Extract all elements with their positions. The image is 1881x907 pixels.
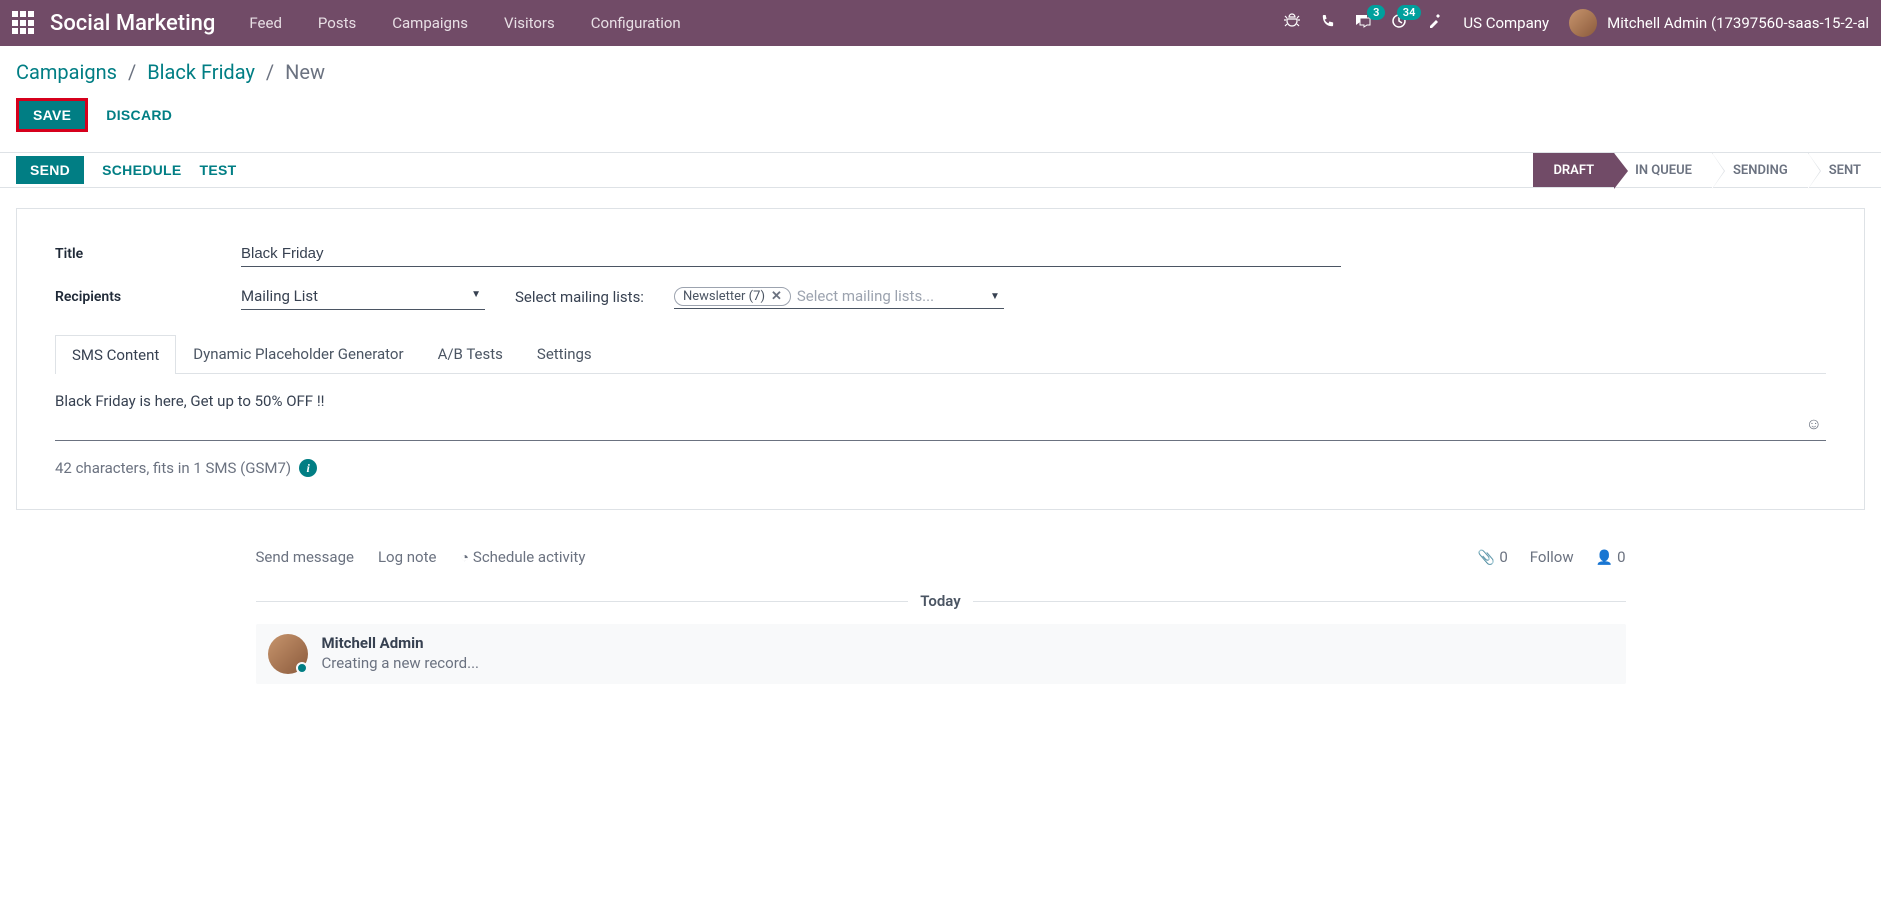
chatter-send-message[interactable]: Send message [256, 548, 354, 566]
paperclip-icon: 📎 [1478, 550, 1495, 566]
recipients-value: Mailing List [241, 287, 318, 305]
discard-button[interactable]: DISCARD [106, 107, 172, 123]
activities-icon[interactable]: 34 [1391, 13, 1407, 33]
test-button[interactable]: TEST [200, 162, 237, 178]
sms-char-info: 42 characters, fits in 1 SMS (GSM7) [55, 459, 291, 477]
mailing-lists-label: Select mailing lists: [515, 288, 644, 306]
save-highlight: SAVE [16, 98, 88, 132]
presence-dot-icon [296, 662, 308, 674]
tab-settings[interactable]: Settings [520, 334, 609, 373]
nav-link-campaigns[interactable]: Campaigns [392, 14, 468, 32]
sms-body-text: Black Friday is here, Get up to 50% OFF … [55, 392, 325, 410]
nav-menu: Feed Posts Campaigns Visitors Configurat… [249, 14, 680, 32]
tab-ab-tests[interactable]: A/B Tests [421, 334, 520, 373]
crumb-current: New [285, 60, 325, 84]
top-navbar: Social Marketing Feed Posts Campaigns Vi… [0, 0, 1881, 46]
app-brand[interactable]: Social Marketing [50, 11, 215, 36]
title-input[interactable] [241, 241, 1341, 267]
apps-icon[interactable] [12, 11, 36, 35]
tag-remove-icon[interactable]: ✕ [771, 289, 782, 304]
chatter: Send message Log note ◔Schedule activity… [246, 540, 1636, 684]
recipients-select[interactable]: Mailing List ▼ [241, 283, 485, 310]
message-author[interactable]: Mitchell Admin [322, 634, 480, 652]
recipients-label: Recipients [55, 289, 241, 305]
messages-badge: 3 [1367, 5, 1385, 20]
caret-down-icon: ▼ [990, 291, 1000, 302]
message-body: Creating a new record... [322, 654, 480, 672]
messages-icon[interactable]: 3 [1355, 13, 1371, 33]
stage-sending[interactable]: SENDING [1712, 153, 1808, 187]
title-label: Title [55, 246, 241, 262]
person-icon: 👤 [1596, 550, 1613, 566]
chatter-attachments[interactable]: 📎0 [1478, 548, 1508, 566]
tag-label: Newsletter (7) [683, 289, 765, 304]
schedule-button[interactable]: SCHEDULE [102, 162, 181, 178]
form-tabs: SMS Content Dynamic Placeholder Generato… [55, 334, 1826, 374]
company-switcher[interactable]: US Company [1463, 14, 1549, 32]
save-button[interactable]: SAVE [19, 101, 85, 129]
nav-link-feed[interactable]: Feed [249, 14, 282, 32]
stage-draft[interactable]: DRAFT [1533, 153, 1614, 187]
avatar-icon [268, 634, 308, 674]
mailing-lists-select[interactable]: Newsletter (7) ✕ Select mailing lists...… [674, 285, 1004, 309]
tab-dynamic-placeholder[interactable]: Dynamic Placeholder Generator [176, 334, 420, 373]
chatter-schedule-activity[interactable]: ◔Schedule activity [460, 548, 585, 566]
breadcrumb: Campaigns / Black Friday / New [16, 60, 1865, 84]
avatar-icon [1569, 9, 1597, 37]
control-panel: Campaigns / Black Friday / New SAVE DISC… [0, 46, 1881, 142]
crumb-campaigns[interactable]: Campaigns [16, 60, 117, 84]
tools-icon[interactable] [1427, 13, 1443, 33]
chatter-follow-button[interactable]: Follow [1530, 548, 1574, 566]
nav-link-configuration[interactable]: Configuration [591, 14, 681, 32]
activities-badge: 34 [1397, 5, 1422, 20]
mailing-list-tag: Newsletter (7) ✕ [674, 287, 791, 306]
chatter-date-separator: Today [256, 592, 1626, 610]
clock-icon: ◔ [460, 550, 468, 566]
status-bar: SEND SCHEDULE TEST DRAFT IN QUEUE SENDIN… [0, 152, 1881, 188]
user-name: Mitchell Admin (17397560-saas-15-2-al [1607, 14, 1869, 32]
chatter-message: Mitchell Admin Creating a new record... [256, 624, 1626, 684]
nav-link-posts[interactable]: Posts [318, 14, 356, 32]
emoji-picker-icon[interactable]: ☺ [1806, 414, 1822, 434]
crumb-parent[interactable]: Black Friday [147, 60, 255, 84]
crumb-sep: / [128, 60, 136, 84]
form-sheet: Title Recipients Mailing List ▼ Select m… [16, 208, 1865, 510]
mailing-lists-placeholder: Select mailing lists... [797, 287, 934, 305]
nav-link-visitors[interactable]: Visitors [504, 14, 555, 32]
phone-icon[interactable] [1320, 14, 1335, 33]
caret-down-icon: ▼ [471, 289, 481, 300]
chatter-followers[interactable]: 👤0 [1596, 548, 1626, 566]
info-icon[interactable]: i [299, 459, 317, 477]
chatter-log-note[interactable]: Log note [378, 548, 436, 566]
stage-in-queue[interactable]: IN QUEUE [1614, 153, 1712, 187]
bug-icon[interactable] [1284, 13, 1300, 33]
send-button[interactable]: SEND [16, 156, 84, 184]
crumb-sep: / [266, 60, 274, 84]
sms-body-input[interactable]: Black Friday is here, Get up to 50% OFF … [55, 392, 1826, 441]
tab-sms-content[interactable]: SMS Content [55, 335, 176, 374]
user-menu[interactable]: Mitchell Admin (17397560-saas-15-2-al [1569, 9, 1869, 37]
